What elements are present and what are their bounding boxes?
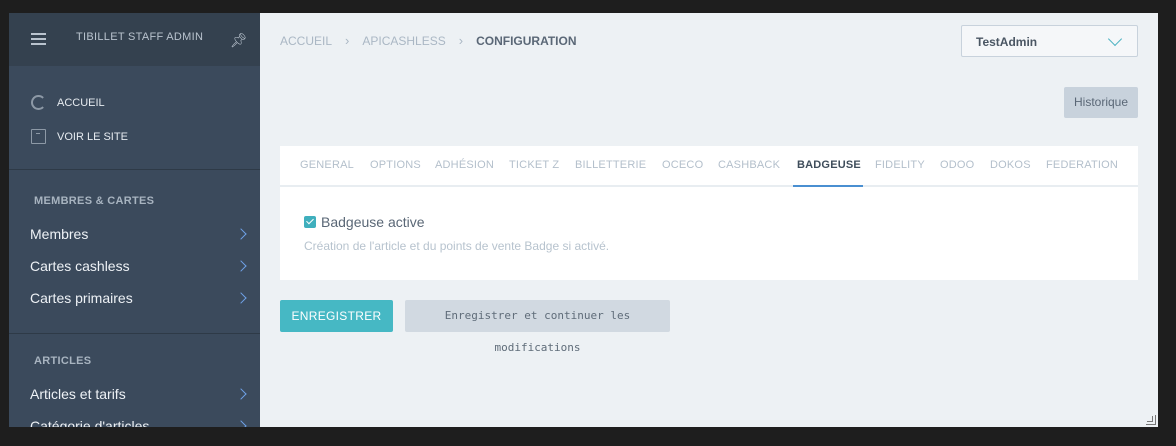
history-button[interactable]: Historique — [1064, 87, 1138, 118]
tab-bar: GENERAL OPTIONS ADHÉSION TICKET Z BILLET… — [280, 146, 1138, 187]
external-site-icon — [31, 129, 46, 144]
sidebar-item-cartes-primaires[interactable]: Cartes primaires — [30, 290, 248, 306]
user-select[interactable]: TestAdmin — [961, 25, 1138, 57]
circle-icon — [31, 95, 46, 110]
help-text: Création de l'article et du points de ve… — [304, 239, 610, 253]
breadcrumb-accueil[interactable]: ACCUEIL — [280, 34, 332, 48]
divider — [9, 333, 260, 334]
section-title-membres: MEMBRES & CARTES — [34, 195, 155, 207]
tab-oceco[interactable]: OCECO — [662, 146, 703, 187]
app-window: TIBILLET STAFF ADMIN 📌︎ ACCUEIL VOIR LE … — [9, 13, 1158, 427]
sidebar-item-label: Catégorie d'articles — [30, 418, 150, 427]
sidebar-item-label: Cartes primaires — [30, 290, 133, 306]
sidebar-link-accueil[interactable]: ACCUEIL — [31, 95, 105, 110]
tab-ticket-z[interactable]: TICKET Z — [509, 146, 559, 187]
resize-handle-icon[interactable] — [1146, 415, 1156, 425]
tab-odoo[interactable]: ODOO — [940, 146, 974, 187]
chevron-separator-icon: › — [345, 33, 350, 48]
section-title-articles: ARTICLES — [34, 355, 92, 367]
tab-options[interactable]: OPTIONS — [370, 146, 421, 187]
badgeuse-active-field: Badgeuse active — [304, 214, 425, 230]
checkbox-label: Badgeuse active — [321, 214, 425, 230]
chevron-separator-icon: › — [458, 33, 464, 48]
sidebar-item-label: Membres — [30, 226, 89, 242]
tab-federation[interactable]: FEDERATION — [1046, 146, 1118, 187]
chevron-right-icon — [235, 420, 247, 427]
chevron-right-icon — [235, 292, 247, 304]
sidebar-header: TIBILLET STAFF ADMIN 📌︎ — [9, 13, 260, 66]
chevron-right-icon — [235, 228, 247, 240]
breadcrumb: ACCUEIL › APICASHLESS › CONFIGURATION — [280, 33, 577, 48]
tab-cashback[interactable]: CASHBACK — [718, 146, 780, 187]
brand-title: TIBILLET STAFF ADMIN — [76, 31, 204, 43]
user-select-value: TestAdmin — [976, 35, 1038, 49]
main-content: ACCUEIL › APICASHLESS › CONFIGURATION Te… — [260, 13, 1158, 427]
tab-dokos[interactable]: DOKOS — [990, 146, 1031, 187]
save-button[interactable]: ENREGISTRER — [280, 300, 393, 332]
sidebar-link-label: VOIR LE SITE — [57, 130, 128, 143]
tab-billetterie[interactable]: BILLETTERIE — [575, 146, 646, 187]
sidebar-link-voir-le-site[interactable]: VOIR LE SITE — [31, 129, 128, 144]
tab-adhesion[interactable]: ADHÉSION — [435, 146, 494, 187]
sidebar-item-label: Articles et tarifs — [30, 386, 126, 402]
save-continue-button[interactable]: Enregistrer et continuer les modificatio… — [405, 300, 670, 354]
sidebar-item-categorie-articles[interactable]: Catégorie d'articles — [30, 418, 248, 427]
chevron-down-icon — [1107, 31, 1123, 47]
tab-general[interactable]: GENERAL — [300, 146, 354, 187]
sidebar-item-articles-et-tarifs[interactable]: Articles et tarifs — [30, 386, 248, 402]
sidebar-item-cartes-cashless[interactable]: Cartes cashless — [30, 258, 248, 274]
sidebar: TIBILLET STAFF ADMIN 📌︎ ACCUEIL VOIR LE … — [9, 13, 260, 427]
chevron-right-icon — [235, 388, 247, 400]
divider — [9, 169, 260, 170]
badgeuse-active-checkbox[interactable] — [304, 216, 316, 228]
sidebar-link-label: ACCUEIL — [57, 96, 105, 109]
sidebar-item-membres[interactable]: Membres — [30, 226, 248, 242]
menu-icon[interactable] — [31, 33, 46, 45]
tab-fidelity[interactable]: FIDELITY — [875, 146, 925, 187]
sidebar-item-label: Cartes cashless — [30, 258, 130, 274]
pin-icon[interactable]: 📌︎ — [230, 32, 248, 49]
settings-card: GENERAL OPTIONS ADHÉSION TICKET Z BILLET… — [280, 146, 1138, 280]
tab-badgeuse[interactable]: BADGEUSE — [793, 146, 863, 187]
breadcrumb-apicashless[interactable]: APICASHLESS — [362, 34, 445, 48]
chevron-right-icon — [235, 260, 247, 272]
breadcrumb-current: CONFIGURATION — [476, 33, 577, 48]
